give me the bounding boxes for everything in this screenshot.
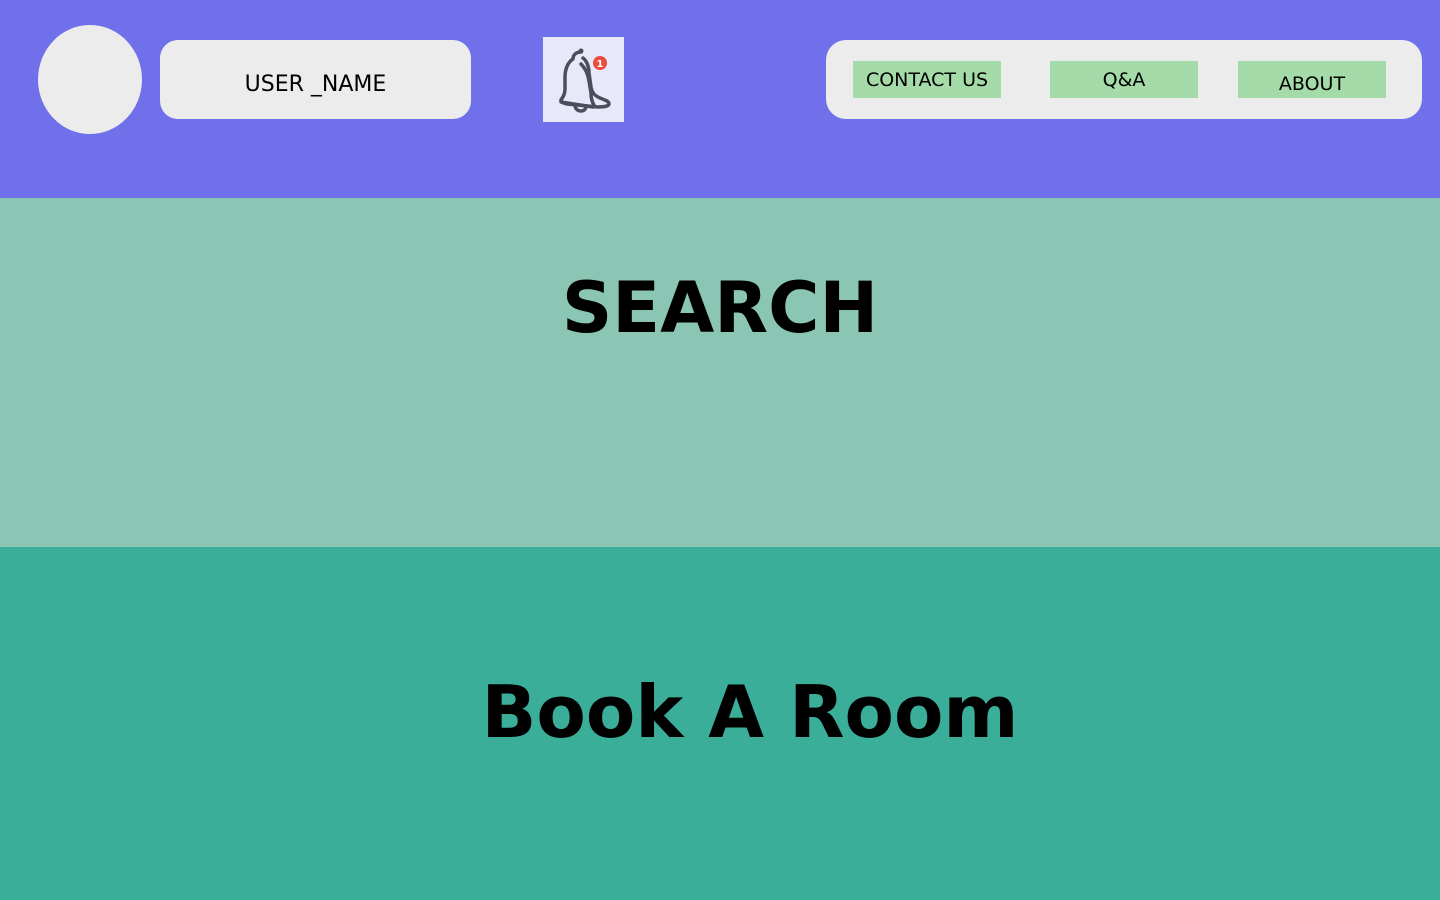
notification-count: 1 [597,59,604,70]
notification-badge: 1 [593,56,607,70]
about-button[interactable]: ABOUT [1238,61,1386,98]
username-label: USER _NAME [244,72,387,97]
book-room-title[interactable]: Book A Room [30,670,1440,754]
qa-button[interactable]: Q&A [1050,61,1198,98]
header-bar: USER _NAME 1 CONTACT US Q&A ABOUT [0,0,1440,198]
search-section[interactable] [0,198,1440,547]
contact-us-button[interactable]: CONTACT US [853,61,1001,98]
search-title[interactable]: SEARCH [0,268,1440,348]
notification-button[interactable]: 1 [543,37,624,122]
avatar[interactable] [38,25,142,134]
username-field[interactable]: USER _NAME [160,40,471,119]
nav-menu: CONTACT US Q&A ABOUT [826,40,1422,119]
